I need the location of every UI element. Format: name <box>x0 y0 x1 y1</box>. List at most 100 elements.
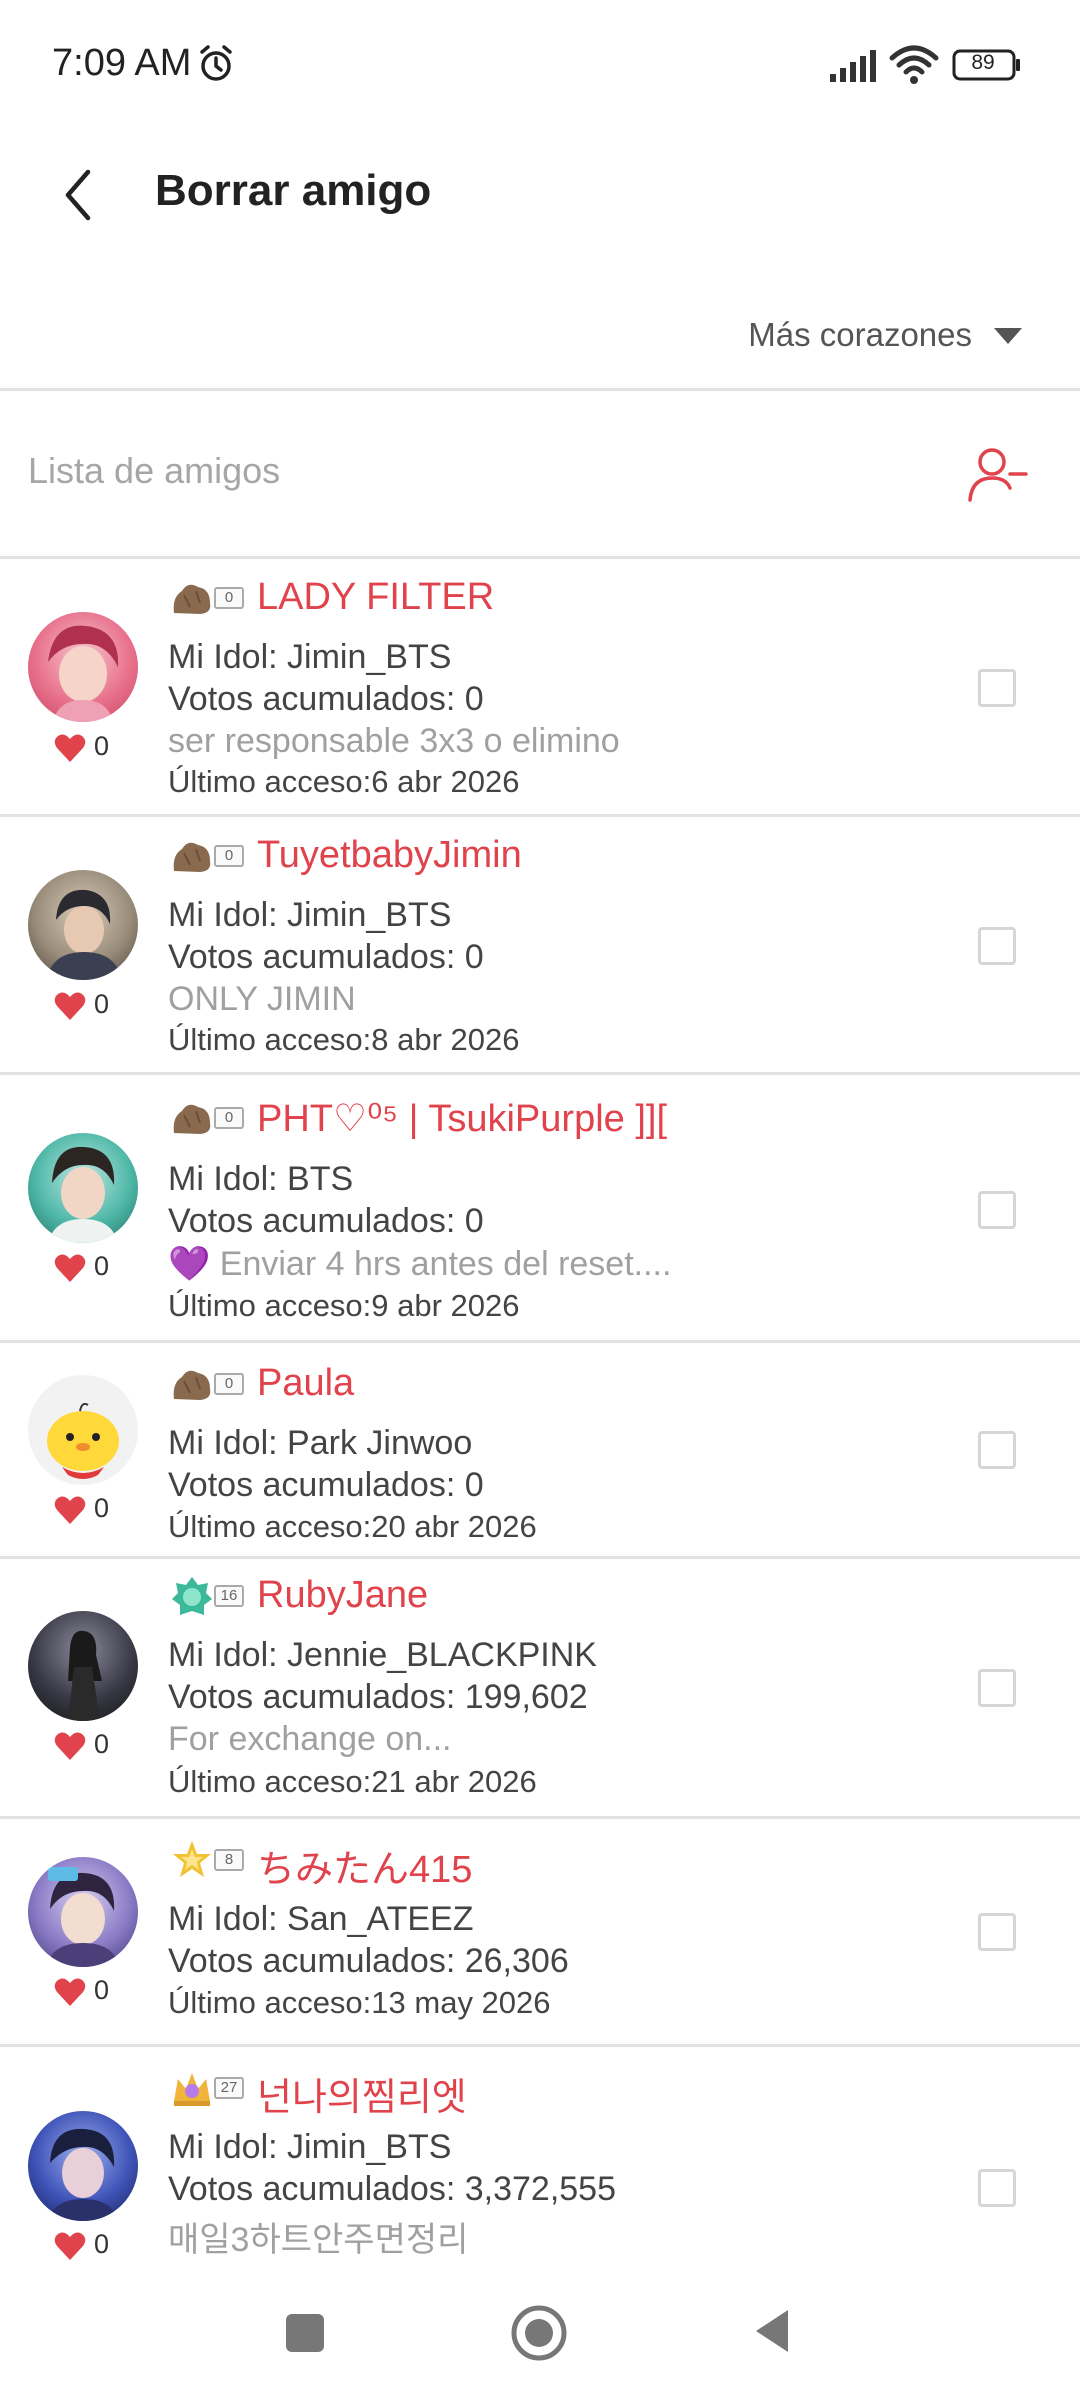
friend-row[interactable]: 0 0 Paula Mi Idol: Park Jinwoo Votos acu… <box>0 1343 1080 1559</box>
friend-status: ser responsable 3x3 o elimino <box>168 722 620 760</box>
avatar[interactable] <box>28 2111 138 2221</box>
list-header-label: Lista de amigos <box>28 450 281 491</box>
badge-level: 16 <box>214 1585 244 1607</box>
friend-idol: Mi Idol: Jimin_BTS <box>168 2128 452 2166</box>
avatar[interactable] <box>28 612 138 722</box>
badge-level: 0 <box>214 587 244 609</box>
friend-votes: Votos acumulados: 0 <box>168 1202 484 1240</box>
heart-count: 0 <box>94 1975 110 2005</box>
friend-idol: Mi Idol: BTS <box>168 1160 354 1198</box>
avatar-image <box>47 1402 119 1479</box>
heart-counter: 0 <box>54 1975 134 2011</box>
level-badge: 0 <box>170 577 246 619</box>
friend-name: 넌나의찜리엣 <box>257 2077 467 2119</box>
heart-counter: 0 <box>54 989 134 1025</box>
friend-row[interactable]: 0 8 ちみたん415 Mi Idol: San_ATEEZ Votos acu… <box>0 1819 1080 2047</box>
friend-last-access: Último acceso:21 abr 2026 <box>168 1764 537 1799</box>
friend-name: Paula <box>257 1362 355 1404</box>
level-badge: 16 <box>170 1575 246 1617</box>
system-nav-bar <box>0 2260 1080 2400</box>
app-header: Borrar amigo <box>0 130 1080 260</box>
select-checkbox[interactable] <box>978 2169 1016 2207</box>
badge-level: 27 <box>214 2077 244 2099</box>
select-checkbox[interactable] <box>978 669 1016 707</box>
back-arrow-icon[interactable] <box>56 160 100 230</box>
friend-votes: Votos acumulados: 0 <box>168 680 484 718</box>
avatar-image <box>48 2128 118 2221</box>
crown-badge-icon <box>174 2073 210 2106</box>
select-checkbox[interactable] <box>978 1191 1016 1229</box>
friend-status: 💜 Enviar 4 hrs antes del reset.... <box>168 1245 672 1283</box>
chevron-down-icon <box>994 328 1022 344</box>
heart-icon <box>54 992 86 1020</box>
friend-votes: Votos acumulados: 199,602 <box>168 1678 588 1716</box>
friend-idol: Mi Idol: San_ATEEZ <box>168 1900 474 1938</box>
rock-badge-icon <box>173 842 211 872</box>
avatar[interactable] <box>28 1133 138 1243</box>
avatar-image <box>46 889 122 980</box>
heart-count: 0 <box>94 989 110 1019</box>
heart-counter: 0 <box>54 1729 134 1765</box>
home-icon[interactable] <box>510 2304 568 2362</box>
sort-label: Más corazones <box>748 316 972 353</box>
rock-badge-icon <box>173 584 211 614</box>
heart-icon <box>54 1496 86 1524</box>
rock-badge-icon <box>173 1370 211 1400</box>
select-checkbox[interactable] <box>978 1669 1016 1707</box>
status-bar: 7:09 AM 89 <box>0 0 1080 130</box>
divider <box>0 388 1080 391</box>
level-badge: 0 <box>170 1363 246 1405</box>
remove-friend-icon[interactable] <box>966 444 1028 506</box>
heart-count: 0 <box>94 731 110 761</box>
star-badge-icon <box>173 1841 211 1877</box>
friend-name: RubyJane <box>257 1574 429 1616</box>
nav-back-icon[interactable] <box>752 2306 792 2356</box>
select-checkbox[interactable] <box>978 1913 1016 1951</box>
friend-idol: Mi Idol: Jimin_BTS <box>168 638 452 676</box>
page-title: Borrar amigo <box>155 166 432 215</box>
friend-name: TuyetbabyJimin <box>257 834 522 876</box>
friend-status: ONLY JIMIN <box>168 980 356 1018</box>
select-checkbox[interactable] <box>978 1431 1016 1469</box>
battery-level: 89 <box>971 51 995 74</box>
level-badge: 27 <box>170 2067 246 2109</box>
heart-count: 0 <box>94 1729 110 1759</box>
avatar-image <box>48 625 119 722</box>
friend-votes: Votos acumulados: 3,372,555 <box>168 2170 616 2208</box>
avatar[interactable] <box>28 1611 138 1721</box>
level-badge: 8 <box>170 1839 246 1881</box>
sort-dropdown[interactable]: Más corazones <box>0 290 1080 380</box>
heart-counter: 0 <box>54 731 134 767</box>
level-badge: 0 <box>170 1097 246 1139</box>
avatar[interactable] <box>28 870 138 980</box>
friend-name: LADY FILTER <box>257 576 495 618</box>
friend-status: For exchange on... <box>168 1720 452 1758</box>
heart-icon <box>54 1732 86 1760</box>
avatar[interactable] <box>28 1857 138 1967</box>
friend-last-access: Último acceso:8 abr 2026 <box>168 1022 520 1057</box>
heart-counter: 0 <box>54 1251 134 1287</box>
select-checkbox[interactable] <box>978 927 1016 965</box>
heart-count: 0 <box>94 1251 110 1281</box>
status-time: 7:09 AM <box>52 42 192 84</box>
friend-row[interactable]: 0 0 TuyetbabyJimin Mi Idol: Jimin_BTS Vo… <box>0 817 1080 1075</box>
level-badge: 0 <box>170 835 246 877</box>
heart-counter: 0 <box>54 1493 134 1529</box>
friend-row[interactable]: 0 0 PHT♡⁰⁵ | TsukiPurple ]][ Mi Idol: BT… <box>0 1075 1080 1343</box>
rock-badge-icon <box>173 1104 211 1134</box>
friend-last-access: Último acceso:13 may 2026 <box>168 1985 551 2020</box>
wifi-icon <box>889 45 939 84</box>
friend-status: 매일3하트안주면정리 <box>168 2221 469 2259</box>
friend-row[interactable]: 0 0 LADY FILTER Mi Idol: Jimin_BTS Votos… <box>0 559 1080 817</box>
recent-apps-icon[interactable] <box>286 2314 324 2352</box>
avatar[interactable] <box>28 1375 138 1485</box>
badge-level: 0 <box>214 1107 244 1129</box>
friend-idol: Mi Idol: Jennie_BLACKPINK <box>168 1636 597 1674</box>
friend-row[interactable]: 0 27 넌나의찜리엣 Mi Idol: Jimin_BTS Votos acu… <box>0 2047 1080 2260</box>
friend-row[interactable]: 0 16 RubyJane Mi Idol: Jennie_BLACKPINK … <box>0 1559 1080 1819</box>
heart-count: 0 <box>94 1493 110 1523</box>
friend-votes: Votos acumulados: 26,306 <box>168 1942 569 1980</box>
heart-icon <box>54 2232 86 2260</box>
friend-last-access: Último acceso:9 abr 2026 <box>168 1288 520 1323</box>
alarm-icon <box>200 45 232 81</box>
